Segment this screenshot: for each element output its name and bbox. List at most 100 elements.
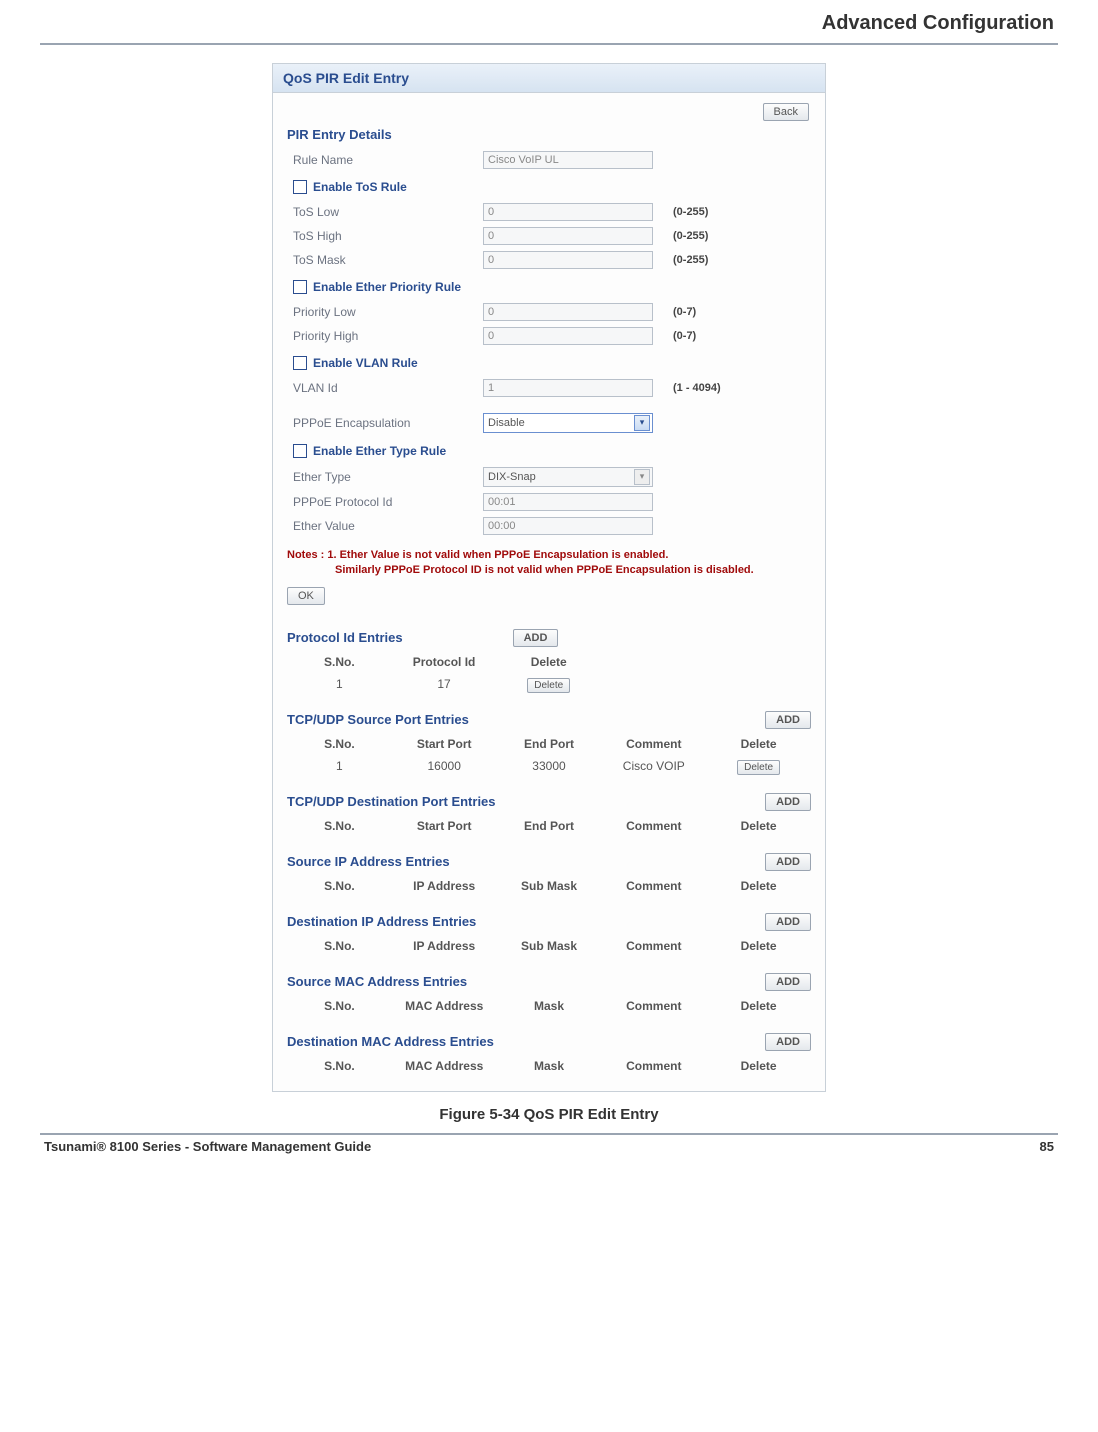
- tos-mask-input[interactable]: [483, 251, 653, 269]
- tcp-dst-title: TCP/UDP Destination Port Entries: [287, 794, 496, 809]
- enable-etherprio-checkbox[interactable]: [293, 280, 307, 294]
- notes-line1: Notes : 1. Ether Value is not valid when…: [287, 548, 811, 563]
- src-mac-h-mac: MAC Address: [392, 999, 497, 1013]
- vlan-id-hint: (1 - 4094): [663, 382, 721, 394]
- src-ip-title: Source IP Address Entries: [287, 854, 450, 869]
- footer-page-number: 85: [1040, 1139, 1054, 1154]
- enable-ethertype-checkbox[interactable]: [293, 444, 307, 458]
- tcp-src-h-comment: Comment: [601, 737, 706, 751]
- protocol-add-button[interactable]: ADD: [513, 629, 559, 647]
- footer-left: Tsunami® 8100 Series - Software Manageme…: [44, 1139, 371, 1154]
- tos-high-label: ToS High: [293, 229, 483, 243]
- tcp-dst-h-del: Delete: [706, 819, 811, 833]
- rule-name-input[interactable]: [483, 151, 653, 169]
- priority-high-input[interactable]: [483, 327, 653, 345]
- tcp-src-start: 16000: [392, 759, 497, 773]
- qos-panel: QoS PIR Edit Entry Back PIR Entry Detail…: [272, 63, 826, 1092]
- src-mac-add-button[interactable]: ADD: [765, 973, 811, 991]
- tos-low-input[interactable]: [483, 203, 653, 221]
- dst-ip-h-ip: IP Address: [392, 939, 497, 953]
- protocol-pid: 17: [392, 677, 497, 691]
- priority-low-hint: (0-7): [663, 306, 696, 318]
- vlan-id-input[interactable]: [483, 379, 653, 397]
- tcp-src-h-sno: S.No.: [287, 737, 392, 751]
- protocol-sno: 1: [287, 677, 392, 691]
- src-ip-add-button[interactable]: ADD: [765, 853, 811, 871]
- dst-mac-h-del: Delete: [706, 1059, 811, 1073]
- tcp-dst-h-comment: Comment: [601, 819, 706, 833]
- panel-title: QoS PIR Edit Entry: [273, 64, 825, 93]
- table-row: 1 17 Delete: [287, 673, 601, 695]
- protocol-delete-button[interactable]: Delete: [527, 678, 570, 693]
- chevron-down-icon: ▾: [634, 469, 650, 485]
- tcp-src-sno: 1: [287, 759, 392, 773]
- dst-ip-h-del: Delete: [706, 939, 811, 953]
- vlan-id-label: VLAN Id: [293, 381, 483, 395]
- ether-type-label: Ether Type: [293, 470, 483, 484]
- enable-vlan-checkbox[interactable]: [293, 356, 307, 370]
- table-row: 1 16000 33000 Cisco VOIP Delete: [287, 755, 811, 777]
- footer-rule: [40, 1133, 1058, 1135]
- tcp-dst-add-button[interactable]: ADD: [765, 793, 811, 811]
- pppoe-encap-value: Disable: [488, 417, 525, 429]
- tos-mask-hint: (0-255): [663, 254, 708, 266]
- pppoe-proto-label: PPPoE Protocol Id: [293, 495, 483, 509]
- chevron-down-icon: ▾: [634, 415, 650, 431]
- header-rule: [40, 43, 1058, 45]
- tcp-dst-h-end: End Port: [497, 819, 602, 833]
- ether-value-label: Ether Value: [293, 519, 483, 533]
- src-mac-title: Source MAC Address Entries: [287, 974, 467, 989]
- priority-low-input[interactable]: [483, 303, 653, 321]
- ok-button[interactable]: OK: [287, 587, 325, 605]
- dst-mac-add-button[interactable]: ADD: [765, 1033, 811, 1051]
- priority-low-label: Priority Low: [293, 305, 483, 319]
- tcp-src-h-del: Delete: [706, 737, 811, 751]
- pppoe-encap-label: PPPoE Encapsulation: [293, 416, 483, 430]
- src-mac-h-comment: Comment: [601, 999, 706, 1013]
- tcp-src-h-end: End Port: [497, 737, 602, 751]
- dst-ip-h-mask: Sub Mask: [497, 939, 602, 953]
- enable-tos-label: Enable ToS Rule: [313, 180, 407, 194]
- src-ip-h-del: Delete: [706, 879, 811, 893]
- src-mac-h-mask: Mask: [497, 999, 602, 1013]
- notes-line2: Similarly PPPoE Protocol ID is not valid…: [287, 563, 811, 578]
- protocol-h-pid: Protocol Id: [392, 655, 497, 669]
- dst-mac-h-sno: S.No.: [287, 1059, 392, 1073]
- tos-high-input[interactable]: [483, 227, 653, 245]
- priority-high-hint: (0-7): [663, 330, 696, 342]
- src-mac-h-del: Delete: [706, 999, 811, 1013]
- tcp-src-title: TCP/UDP Source Port Entries: [287, 712, 469, 727]
- src-ip-h-sno: S.No.: [287, 879, 392, 893]
- tcp-src-add-button[interactable]: ADD: [765, 711, 811, 729]
- dst-ip-add-button[interactable]: ADD: [765, 913, 811, 931]
- protocol-h-sno: S.No.: [287, 655, 392, 669]
- enable-etherprio-label: Enable Ether Priority Rule: [313, 280, 461, 294]
- enable-vlan-label: Enable VLAN Rule: [313, 356, 418, 370]
- pppoe-encap-select[interactable]: Disable ▾: [483, 413, 653, 433]
- src-ip-h-mask: Sub Mask: [497, 879, 602, 893]
- tcp-src-comment: Cisco VOIP: [601, 759, 706, 773]
- back-button[interactable]: Back: [763, 103, 809, 121]
- tcp-src-h-start: Start Port: [392, 737, 497, 751]
- tcp-src-delete-button[interactable]: Delete: [737, 760, 780, 775]
- tcp-dst-h-sno: S.No.: [287, 819, 392, 833]
- tcp-dst-h-start: Start Port: [392, 819, 497, 833]
- doc-section-header: Advanced Configuration: [0, 0, 1098, 43]
- dst-ip-h-comment: Comment: [601, 939, 706, 953]
- tos-high-hint: (0-255): [663, 230, 708, 242]
- notes-block: Notes : 1. Ether Value is not valid when…: [273, 538, 825, 583]
- tcp-src-end: 33000: [497, 759, 602, 773]
- rule-name-label: Rule Name: [293, 153, 483, 167]
- protocol-entries-title: Protocol Id Entries: [287, 630, 403, 645]
- dst-ip-title: Destination IP Address Entries: [287, 914, 476, 929]
- figure-caption: Figure 5-34 QoS PIR Edit Entry: [0, 1092, 1098, 1133]
- priority-high-label: Priority High: [293, 329, 483, 343]
- dst-mac-h-mask: Mask: [497, 1059, 602, 1073]
- enable-ethertype-label: Enable Ether Type Rule: [313, 444, 446, 458]
- ether-type-select[interactable]: DIX-Snap ▾: [483, 467, 653, 487]
- tos-mask-label: ToS Mask: [293, 253, 483, 267]
- pppoe-proto-input[interactable]: [483, 493, 653, 511]
- src-ip-h-comment: Comment: [601, 879, 706, 893]
- enable-tos-checkbox[interactable]: [293, 180, 307, 194]
- ether-value-input[interactable]: [483, 517, 653, 535]
